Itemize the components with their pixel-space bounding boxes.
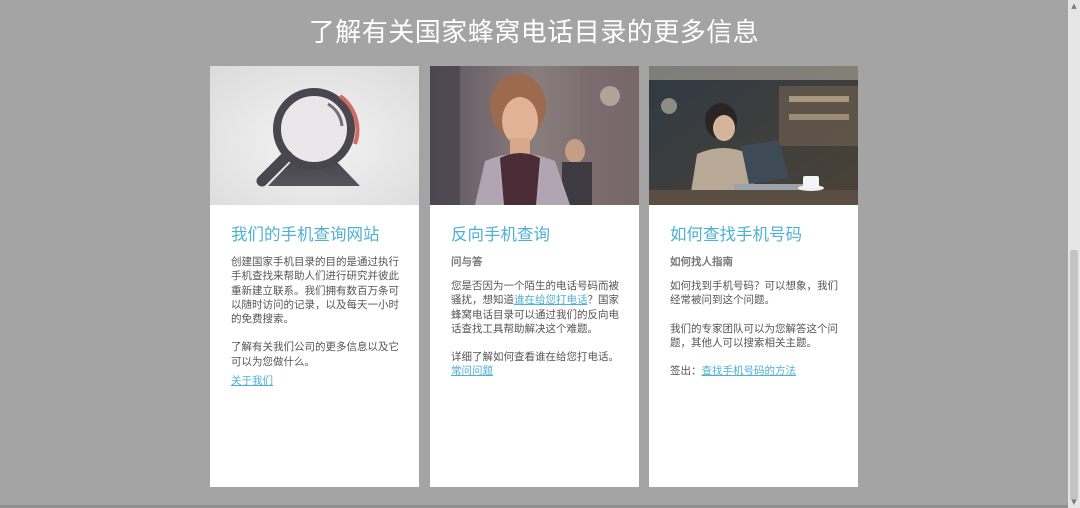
scrollbar-thumb[interactable] xyxy=(1070,250,1078,500)
checkout-label: 签出： xyxy=(670,365,702,378)
about-us-link[interactable]: 关于我们 xyxy=(231,375,273,387)
card-image-cafe-laptop xyxy=(649,66,858,205)
card-description-more: 详细了解如何查看谁在给您打电话。常问问题 xyxy=(451,350,619,379)
card-text: 详细了解如何查看谁在给您打电话。 xyxy=(451,351,619,364)
page-title: 了解有关国家蜂窝电话目录的更多信息 xyxy=(308,18,760,48)
card-title: 反向手机查询 xyxy=(451,225,550,244)
card-reverse-lookup: 反向手机查询 问与答 您是否因为一个陌生的电话号码而被骚扰，想知道谁在给您打电话… xyxy=(430,66,639,487)
vertical-scrollbar[interactable]: ▲ ▼ xyxy=(1068,0,1080,508)
card-title: 我们的手机查询网站 xyxy=(231,225,380,244)
card-description: 如何找到手机号码？可以想象，我们经常被问到这个问题。 xyxy=(670,280,838,307)
card-find-phone-number: 如何查找手机号码 如何找人指南 如何找到手机号码？可以想象，我们经常被问到这个问… xyxy=(649,66,858,487)
faq-link[interactable]: 常问问题 xyxy=(451,365,493,377)
find-number-methods-link[interactable]: 查找手机号码的方法 xyxy=(702,365,797,377)
cafe-laptop-photo xyxy=(649,66,858,205)
card-checkout: 签出：查找手机号码的方法 xyxy=(670,364,838,378)
who-is-calling-link[interactable]: 谁在给您打电话 xyxy=(514,294,588,306)
card-image-magnifier xyxy=(210,66,419,205)
card-title: 如何查找手机号码 xyxy=(670,225,802,244)
magnifying-glass-icon xyxy=(210,66,419,205)
card-description-more: 我们的专家团队可以为您解答这个问题，其他人可以搜索相关主题。 xyxy=(670,322,838,349)
card-subtitle: 如何找人指南 xyxy=(670,256,733,268)
scroll-down-arrow-icon[interactable]: ▼ xyxy=(1068,496,1080,508)
card-image-woman-street xyxy=(430,66,639,205)
card-subtitle: 问与答 xyxy=(451,256,483,268)
woman-street-photo xyxy=(430,66,639,205)
card-phone-lookup-site: 我们的手机查询网站 创建国家手机目录的目的是通过执行手机查找来帮助人们进行研究并… xyxy=(210,66,419,487)
card-description: 您是否因为一个陌生的电话号码而被骚扰，想知道谁在给您打电话？国家蜂窝电话目录可以… xyxy=(451,279,619,336)
card-description-more: 了解有关我们公司的更多信息以及它可以为您做什么。 xyxy=(231,341,399,368)
card-description: 创建国家手机目录的目的是通过执行手机查找来帮助人们进行研究并彼此重新建立联系。我… xyxy=(231,256,399,326)
scroll-up-arrow-icon[interactable]: ▲ xyxy=(1068,0,1080,12)
